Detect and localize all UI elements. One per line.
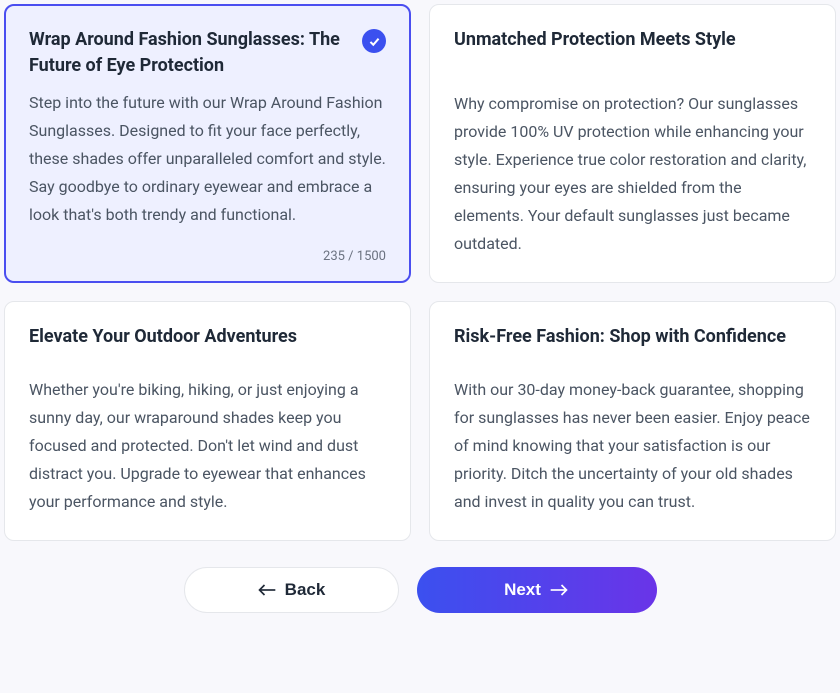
card-desc: Why compromise on protection? Our sungla…: [454, 90, 811, 258]
card-desc: Whether you're biking, hiking, or just e…: [29, 376, 386, 516]
option-card-3[interactable]: Risk-Free Fashion: Shop with Confidence …: [429, 301, 836, 541]
arrow-right-icon: [549, 583, 569, 597]
card-title: Risk-Free Fashion: Shop with Confidence: [454, 324, 811, 366]
card-desc: With our 30-day money-back guarantee, sh…: [454, 376, 811, 516]
card-title: Unmatched Protection Meets Style: [454, 27, 811, 80]
card-title: Elevate Your Outdoor Adventures: [29, 324, 386, 366]
arrow-left-icon: [257, 583, 277, 597]
card-header: Wrap Around Fashion Sunglasses: The Futu…: [29, 27, 386, 89]
option-card-2[interactable]: Elevate Your Outdoor Adventures Whether …: [4, 301, 411, 541]
option-card-1[interactable]: Unmatched Protection Meets Style Why com…: [429, 4, 836, 283]
next-label: Next: [504, 580, 541, 600]
back-button[interactable]: Back: [184, 567, 399, 613]
card-title: Wrap Around Fashion Sunglasses: The Futu…: [29, 27, 352, 79]
footer-actions: Back Next: [4, 541, 836, 633]
char-count: 235 / 1500: [29, 229, 386, 264]
next-button[interactable]: Next: [417, 567, 657, 613]
selected-check-icon: [362, 29, 386, 53]
option-card-0[interactable]: Wrap Around Fashion Sunglasses: The Futu…: [4, 4, 411, 283]
option-grid: Wrap Around Fashion Sunglasses: The Futu…: [4, 4, 836, 541]
back-label: Back: [285, 580, 326, 600]
card-desc: Step into the future with our Wrap Aroun…: [29, 89, 386, 229]
